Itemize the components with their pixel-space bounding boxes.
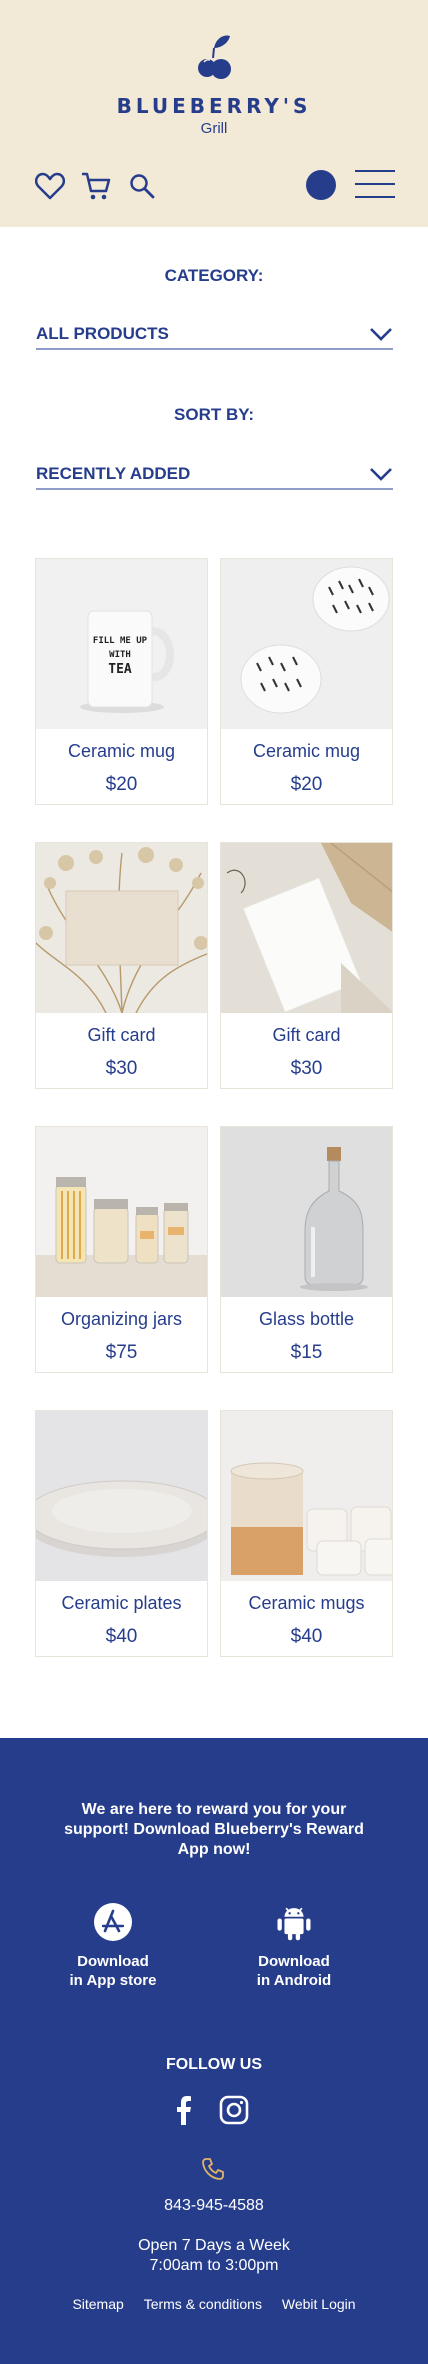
product-card[interactable]: Ceramic plates $40 xyxy=(35,1410,208,1657)
product-price: $40 xyxy=(105,1626,138,1647)
heart-icon[interactable] xyxy=(34,170,66,202)
hours-line1: Open 7 Days a Week xyxy=(138,2237,290,2254)
product-image-pattern-mugs xyxy=(221,559,392,729)
product-image-ceramic-plates xyxy=(36,1411,207,1581)
phone-icon xyxy=(202,2158,224,2180)
chevron-down-icon xyxy=(370,468,392,481)
product-price: $75 xyxy=(105,1342,138,1363)
site-header: BLUEBERRY'S Grill xyxy=(0,0,428,227)
product-image-glass-bottle xyxy=(221,1127,392,1297)
product-price: $40 xyxy=(290,1626,323,1647)
footer-link-webit-login[interactable]: Webit Login xyxy=(282,2296,356,2312)
product-name: Glass bottle xyxy=(258,1309,355,1329)
product-price: $20 xyxy=(290,774,323,795)
footer-links: Sitemap Terms & conditions Webit Login xyxy=(0,2296,428,2312)
product-price: $20 xyxy=(105,774,138,795)
product-price: $15 xyxy=(290,1342,323,1363)
mug-print-line1: FILL ME UP xyxy=(93,636,148,646)
product-name: Ceramic plates xyxy=(61,1593,182,1613)
product-card[interactable]: Ceramic mugs $40 xyxy=(220,1410,393,1657)
product-image-gift-card-flowers xyxy=(36,843,207,1013)
footer-link-sitemap[interactable]: Sitemap xyxy=(72,2296,123,2312)
hours-line2: 7:00am to 3:00pm xyxy=(149,2257,279,2274)
brand-subtitle: Grill xyxy=(200,120,228,137)
site-footer: We are here to reward you for your suppo… xyxy=(0,1738,428,2364)
product-image-tea-mug: FILL ME UP WITH TEA xyxy=(36,559,207,729)
product-image-organizing-jars xyxy=(36,1127,207,1297)
footer-link-terms[interactable]: Terms & conditions xyxy=(144,2296,262,2312)
mug-print-line3: TEA xyxy=(108,662,132,677)
user-avatar[interactable] xyxy=(306,170,336,200)
appstore-line1: Download xyxy=(77,1953,149,1970)
appstore-download-button[interactable]: Download in App store xyxy=(33,1902,193,1990)
product-name: Organizing jars xyxy=(60,1309,183,1329)
app-store-icon xyxy=(93,1902,133,1942)
android-download-button[interactable]: Download in Android xyxy=(214,1902,374,1990)
product-name: Ceramic mug xyxy=(252,741,361,761)
hamburger-menu-icon[interactable] xyxy=(355,170,395,200)
phone-number[interactable]: 843-945-4588 xyxy=(0,2197,428,2215)
cart-icon[interactable] xyxy=(80,170,112,202)
category-label: CATEGORY: xyxy=(164,266,264,285)
brand-name: BLUEBERRY'S xyxy=(116,94,312,118)
product-name: Ceramic mugs xyxy=(248,1593,365,1613)
product-name: Gift card xyxy=(272,1025,341,1045)
follow-us-label: FOLLOW US xyxy=(166,2056,262,2073)
android-icon xyxy=(274,1902,314,1942)
mug-print-line2: WITH xyxy=(109,650,131,660)
sort-dropdown[interactable]: RECENTLY ADDED xyxy=(36,460,393,490)
blueberry-logo-icon xyxy=(198,35,231,79)
product-card[interactable]: Glass bottle $15 xyxy=(220,1126,393,1373)
reward-message: We are here to reward you for your suppo… xyxy=(64,1801,364,1858)
product-card[interactable]: Ceramic mug $20 xyxy=(220,558,393,805)
android-line1: Download xyxy=(258,1953,330,1970)
product-card[interactable]: Organizing jars $75 xyxy=(35,1126,208,1373)
product-name: Gift card xyxy=(87,1025,156,1045)
product-card[interactable]: Gift card $30 xyxy=(220,842,393,1089)
product-card[interactable]: FILL ME UP WITH TEA Ceramic mug $20 xyxy=(35,558,208,805)
header-icon-bar xyxy=(34,170,158,202)
facebook-icon[interactable] xyxy=(172,2094,194,2126)
product-price: $30 xyxy=(105,1058,138,1079)
brand-logo[interactable]: BLUEBERRY'S Grill xyxy=(0,32,428,137)
product-name: Ceramic mug xyxy=(67,741,176,761)
opening-hours: Open 7 Days a Week 7:00am to 3:00pm xyxy=(0,2236,428,2276)
sort-label: SORT BY: xyxy=(174,405,254,424)
search-icon[interactable] xyxy=(126,170,158,202)
chevron-down-icon xyxy=(370,328,392,341)
android-line2: in Android xyxy=(256,1972,332,1989)
product-image-gift-card-envelope xyxy=(221,843,392,1013)
sort-value: RECENTLY ADDED xyxy=(36,464,191,483)
product-card[interactable]: Gift card $30 xyxy=(35,842,208,1089)
instagram-icon[interactable] xyxy=(218,2094,250,2126)
product-price: $30 xyxy=(290,1058,323,1079)
product-image-ceramic-mugs xyxy=(221,1411,392,1581)
category-dropdown[interactable]: ALL PRODUCTS xyxy=(36,320,393,350)
appstore-line2: in App store xyxy=(69,1972,157,1989)
category-value: ALL PRODUCTS xyxy=(36,324,169,343)
